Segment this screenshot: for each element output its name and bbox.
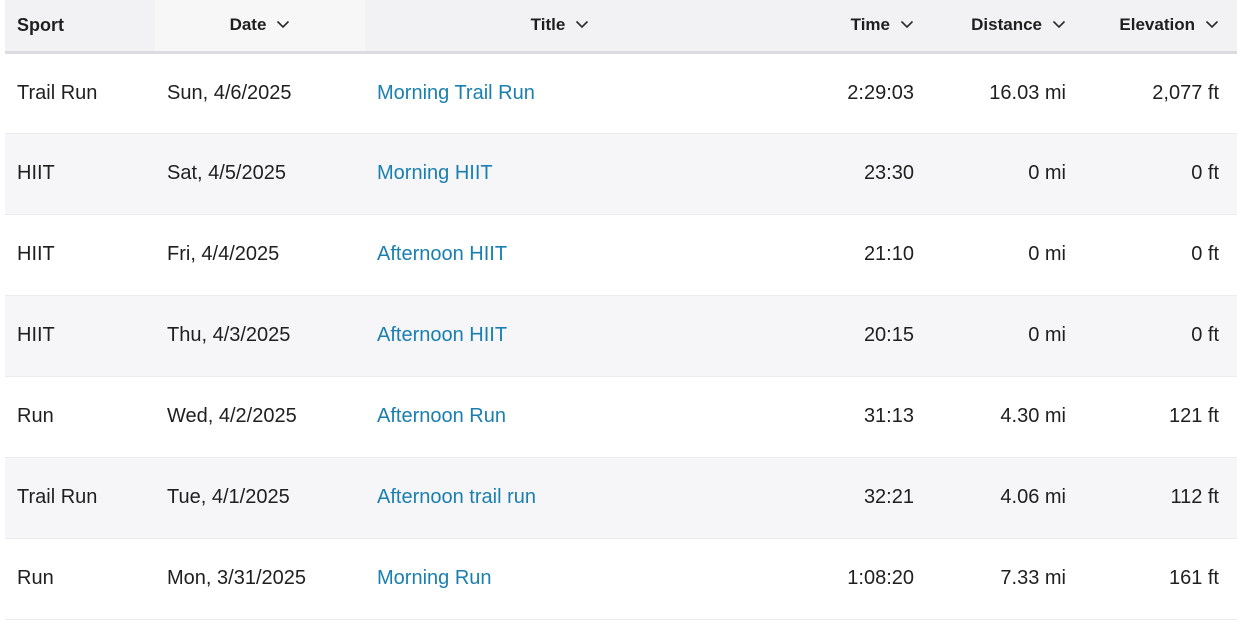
cell-sport: Trail Run: [17, 486, 98, 508]
table-body: Trail Run Sun, 4/6/2025 Morning Trail Ru…: [5, 52, 1237, 619]
cell-time: 21:10: [863, 243, 914, 265]
table-row: Run Mon, 3/31/2025 Morning Run 1:08:20 7…: [5, 538, 1237, 619]
column-header-date[interactable]: Date: [155, 0, 365, 52]
activity-title-link[interactable]: Afternoon HIIT: [377, 324, 507, 346]
cell-date: Wed, 4/2/2025: [167, 405, 297, 427]
activity-title-link[interactable]: Morning Trail Run: [377, 82, 535, 104]
column-header-label: Date: [229, 15, 267, 35]
column-header-elevation[interactable]: Elevation: [1080, 0, 1237, 52]
cell-title: Afternoon trail run: [365, 457, 755, 538]
cell-elevation: 0 ft: [1191, 162, 1219, 184]
cell-sport: Trail Run: [17, 81, 98, 104]
column-header-label: Distance: [971, 15, 1042, 35]
cell-sport: HIIT: [17, 162, 55, 184]
cell-sport: Run: [17, 405, 54, 427]
cell-time: 31:13: [863, 405, 914, 427]
cell-date: Fri, 4/4/2025: [167, 243, 280, 265]
cell-distance: 4.06 mi: [1000, 486, 1066, 508]
cell-distance: 0 mi: [1028, 162, 1066, 184]
column-header-label: Title: [530, 15, 566, 35]
cell-time: 20:15: [863, 324, 914, 346]
cell-title: Afternoon HIIT: [365, 214, 755, 295]
column-header-label: Time: [850, 15, 890, 35]
activity-title-link[interactable]: Afternoon Run: [377, 405, 506, 427]
chevron-down-icon[interactable]: [276, 17, 290, 31]
cell-title: Afternoon HIIT: [365, 295, 755, 376]
activity-title-link[interactable]: Afternoon trail run: [377, 486, 536, 508]
chevron-down-icon[interactable]: [900, 17, 914, 31]
cell-distance: 0 mi: [1028, 243, 1066, 265]
cell-elevation: 161 ft: [1168, 567, 1219, 589]
table-row: Trail Run Sun, 4/6/2025 Morning Trail Ru…: [5, 52, 1237, 133]
cell-elevation: 112 ft: [1170, 486, 1219, 508]
cell-time: 32:21: [863, 486, 914, 508]
cell-time: 2:29:03: [847, 81, 914, 104]
activity-title-link[interactable]: Morning Run: [377, 567, 492, 589]
cell-elevation: 0 ft: [1191, 324, 1219, 346]
cell-time: 23:30: [863, 162, 914, 184]
cell-sport: HIIT: [17, 324, 55, 346]
activity-title-link[interactable]: Morning HIIT: [377, 162, 493, 184]
table-row: HIIT Sat, 4/5/2025 Morning HIIT 23:30 0 …: [5, 133, 1237, 214]
table-row: HIIT Thu, 4/3/2025 Afternoon HIIT 20:15 …: [5, 295, 1237, 376]
cell-title: Morning Run: [365, 538, 755, 619]
cell-distance: 0 mi: [1028, 324, 1066, 346]
column-header-time[interactable]: Time: [755, 0, 930, 52]
column-header-label: Sport: [17, 14, 64, 35]
column-header-distance[interactable]: Distance: [930, 0, 1080, 52]
activities-table-container: Sport Date Title Time Distance Elevation: [5, 0, 1237, 620]
cell-distance: 7.33 mi: [1000, 567, 1066, 589]
cell-date: Tue, 4/1/2025: [167, 486, 290, 508]
cell-date: Sat, 4/5/2025: [167, 162, 286, 184]
cell-sport: Run: [17, 567, 54, 589]
cell-title: Morning HIIT: [365, 133, 755, 214]
table-row: Run Wed, 4/2/2025 Afternoon Run 31:13 4.…: [5, 376, 1237, 457]
activities-table: Sport Date Title Time Distance Elevation: [5, 0, 1237, 620]
activity-title-link[interactable]: Afternoon HIIT: [377, 243, 507, 265]
cell-distance: 4.30 mi: [1000, 405, 1066, 427]
cell-elevation: 121 ft: [1168, 405, 1219, 427]
chevron-down-icon[interactable]: [575, 17, 589, 31]
table-row: Trail Run Tue, 4/1/2025 Afternoon trail …: [5, 457, 1237, 538]
cell-title: Afternoon Run: [365, 376, 755, 457]
cell-title: Morning Trail Run: [365, 52, 755, 133]
cell-time: 1:08:20: [847, 567, 914, 589]
cell-elevation: 2,077 ft: [1152, 81, 1219, 104]
cell-distance: 16.03 mi: [989, 81, 1066, 104]
table-header: Sport Date Title Time Distance Elevation: [5, 0, 1237, 52]
cell-date: Mon, 3/31/2025: [167, 567, 306, 589]
table-row: HIIT Fri, 4/4/2025 Afternoon HIIT 21:10 …: [5, 214, 1237, 295]
column-header-label: Elevation: [1119, 15, 1195, 35]
cell-date: Thu, 4/3/2025: [167, 324, 291, 346]
column-header-sport: Sport: [5, 0, 155, 52]
cell-sport: HIIT: [17, 243, 55, 265]
header-row: Sport Date Title Time Distance Elevation: [5, 0, 1237, 52]
cell-date: Sun, 4/6/2025: [167, 81, 292, 104]
cell-elevation: 0 ft: [1191, 243, 1219, 265]
chevron-down-icon[interactable]: [1052, 17, 1066, 31]
column-header-title[interactable]: Title: [365, 0, 755, 52]
chevron-down-icon[interactable]: [1205, 17, 1219, 31]
